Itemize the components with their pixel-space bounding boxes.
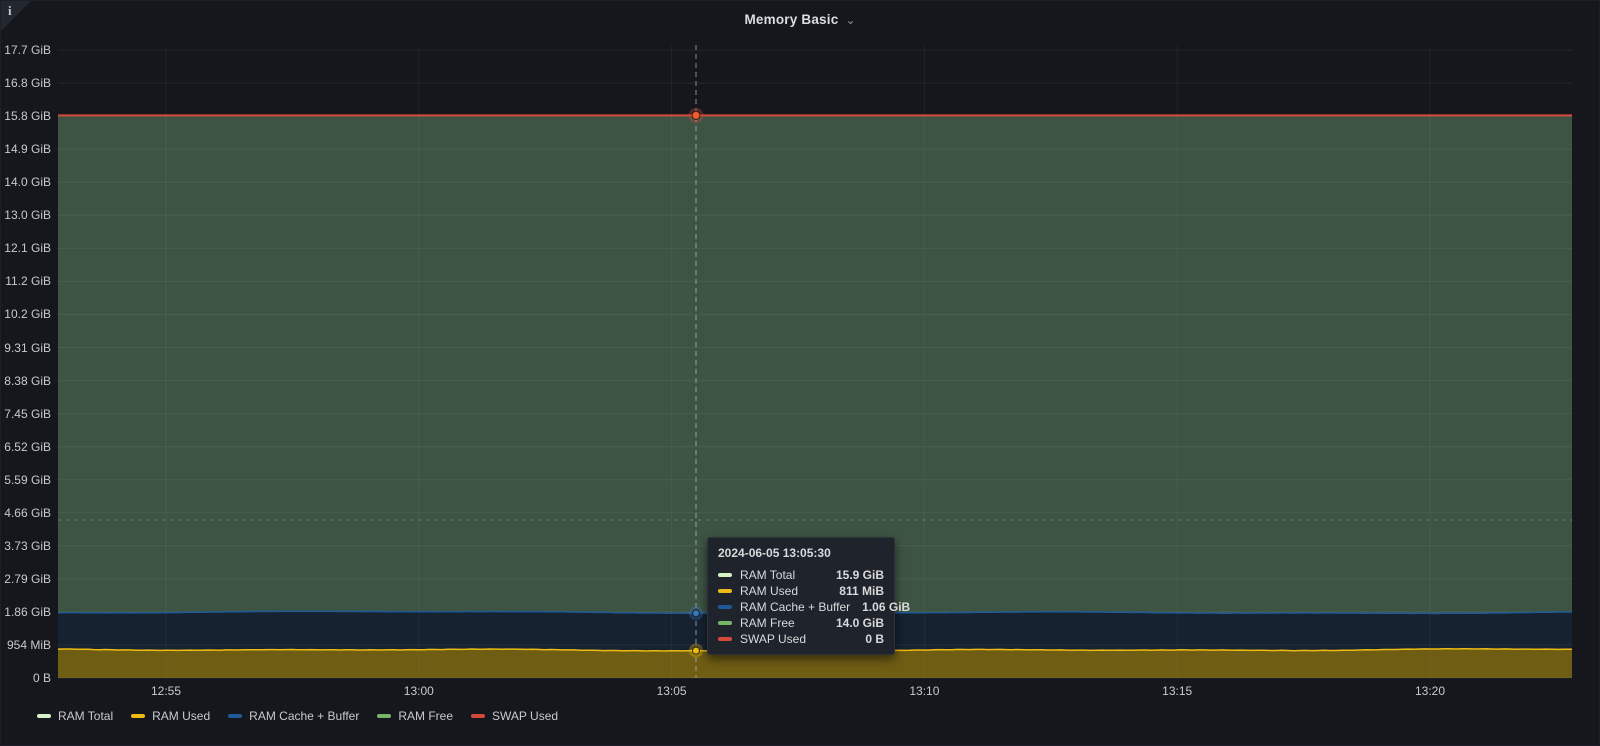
y-axis-label: 5.59 GiB — [1, 472, 51, 488]
y-axis-label: 4.66 GiB — [1, 505, 51, 521]
series-color-swatch-icon — [718, 637, 732, 641]
legend-swatch-icon — [377, 714, 391, 718]
y-axis-label: 11.2 GiB — [1, 273, 51, 289]
legend-swatch-icon — [228, 714, 242, 718]
x-axis-label: 13:05 — [642, 684, 702, 698]
y-axis-label: 9.31 GiB — [1, 340, 51, 356]
legend-label: RAM Used — [152, 709, 210, 723]
y-axis-label: 2.79 GiB — [1, 571, 51, 587]
tooltip-series-name: SWAP Used — [740, 632, 865, 646]
legend-item-swap-used[interactable]: SWAP Used — [471, 709, 558, 723]
legend-label: SWAP Used — [492, 709, 558, 723]
y-axis-label: 6.52 GiB — [1, 439, 51, 455]
y-axis-label: 14.9 GiB — [1, 141, 51, 157]
chart-area[interactable]: 0 B 954 MiB 1.86 GiB 2.79 GiB 3.73 GiB 4.66 G… — [1, 1, 1599, 745]
series-color-swatch-icon — [718, 605, 732, 609]
y-axis-label: 13.0 GiB — [1, 207, 51, 223]
legend-swatch-icon — [37, 714, 51, 718]
chart-tooltip: 2024-06-05 13:05:30 RAM Total15.9 GiBRAM… — [707, 537, 895, 655]
x-axis-label: 13:10 — [894, 684, 954, 698]
tooltip-row: RAM Free14.0 GiB — [718, 615, 884, 631]
legend-item-ram-used[interactable]: RAM Used — [131, 709, 210, 723]
tooltip-series-name: RAM Total — [740, 568, 836, 582]
tooltip-series-name: RAM Free — [740, 616, 836, 630]
tooltip-row: RAM Total15.9 GiB — [718, 567, 884, 583]
y-axis-label: 954 MiB — [1, 637, 51, 653]
y-axis-label: 17.7 GiB — [1, 42, 51, 58]
y-axis-label: 7.45 GiB — [1, 406, 51, 422]
tooltip-rows: RAM Total15.9 GiBRAM Used811 MiBRAM Cach… — [718, 567, 884, 647]
legend-label: RAM Total — [58, 709, 113, 723]
series-color-swatch-icon — [718, 589, 732, 593]
legend: RAM Total RAM Used RAM Cache + Buffer RAM F… — [37, 707, 558, 725]
legend-label: RAM Free — [398, 709, 453, 723]
legend-item-ram-cache-buffer[interactable]: RAM Cache + Buffer — [228, 709, 359, 723]
tooltip-row: RAM Used811 MiB — [718, 583, 884, 599]
x-axis-label: 12:55 — [136, 684, 196, 698]
y-axis-label: 1.86 GiB — [1, 604, 51, 620]
tooltip-series-value: 811 MiB — [839, 584, 884, 598]
tooltip-row: SWAP Used0 B — [718, 631, 884, 647]
legend-label: RAM Cache + Buffer — [249, 709, 359, 723]
tooltip-series-value: 15.9 GiB — [836, 568, 884, 582]
legend-swatch-icon — [131, 714, 145, 718]
y-axis-label: 10.2 GiB — [1, 306, 51, 322]
legend-item-ram-free[interactable]: RAM Free — [377, 709, 453, 723]
y-axis-label: 3.73 GiB — [1, 538, 51, 554]
memory-basic-panel: i Memory Basic ⌄ 0 B954 MiB1.86 GiB2.79 … — [0, 0, 1600, 746]
y-axis-label: 15.8 GiB — [1, 108, 51, 124]
y-axis-label: 14.0 GiB — [1, 174, 51, 190]
tooltip-timestamp: 2024-06-05 13:05:30 — [718, 546, 884, 560]
x-axis-label: 13:00 — [389, 684, 449, 698]
series-color-swatch-icon — [718, 621, 732, 625]
series-color-swatch-icon — [718, 573, 732, 577]
y-axis-label: 16.8 GiB — [1, 75, 51, 91]
y-axis-label: 8.38 GiB — [1, 373, 51, 389]
tooltip-series-name: RAM Cache + Buffer — [740, 600, 862, 614]
tooltip-series-name: RAM Used — [740, 584, 839, 598]
tooltip-series-value: 0 B — [865, 632, 884, 646]
tooltip-row: RAM Cache + Buffer1.06 GiB — [718, 599, 884, 615]
tooltip-series-value: 14.0 GiB — [836, 616, 884, 630]
legend-swatch-icon — [471, 714, 485, 718]
y-axis-label: 12.1 GiB — [1, 240, 51, 256]
x-axis-label: 13:15 — [1147, 684, 1207, 698]
legend-item-ram-total[interactable]: RAM Total — [37, 709, 113, 723]
x-axis-label: 13:20 — [1400, 684, 1460, 698]
x-axis: 12:55 13:00 13:05 13:10 13:15 13:20 — [1, 684, 1599, 700]
tooltip-series-value: 1.06 GiB — [862, 600, 910, 614]
